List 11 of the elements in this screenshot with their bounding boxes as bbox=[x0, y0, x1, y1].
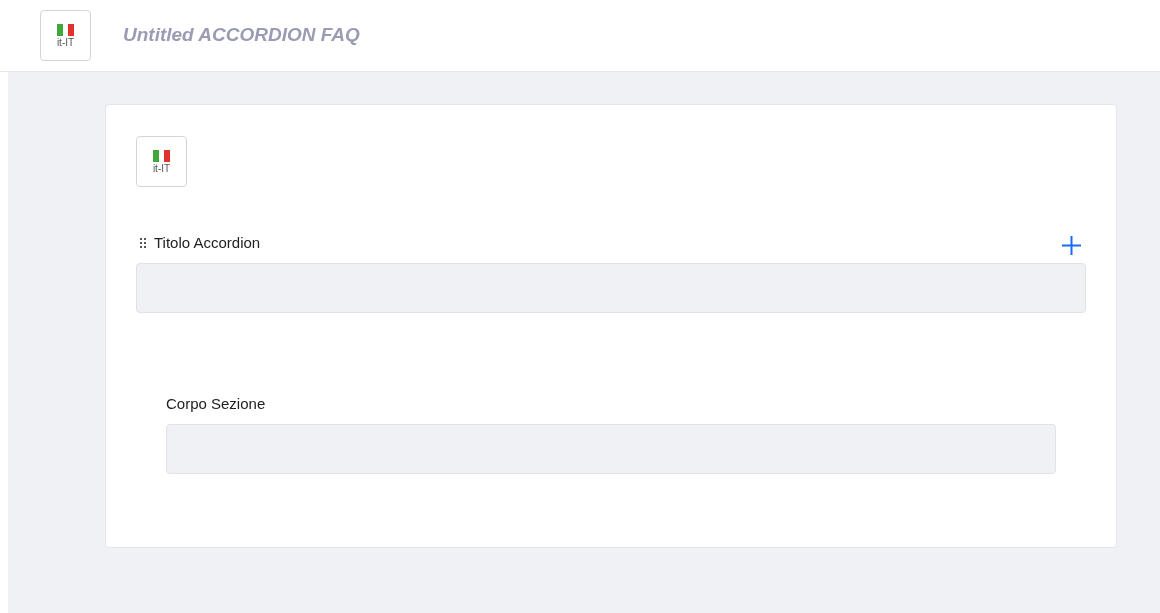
input-field[interactable] bbox=[166, 424, 1056, 474]
field-label: Corpo Sezione bbox=[166, 393, 267, 414]
italy-flag-icon bbox=[153, 149, 170, 162]
locale-button[interactable]: it-IT bbox=[40, 10, 91, 61]
locale-button[interactable]: it-IT bbox=[136, 136, 187, 187]
italy-flag-icon bbox=[57, 23, 74, 36]
drag-handle-icon[interactable] bbox=[140, 237, 147, 249]
field-label: Titolo Accordion bbox=[154, 233, 261, 253]
add-icon[interactable] bbox=[1061, 235, 1082, 256]
input-field[interactable] bbox=[136, 262, 1086, 313]
page-title: Untitled ACCORDION FAQ bbox=[123, 23, 360, 48]
